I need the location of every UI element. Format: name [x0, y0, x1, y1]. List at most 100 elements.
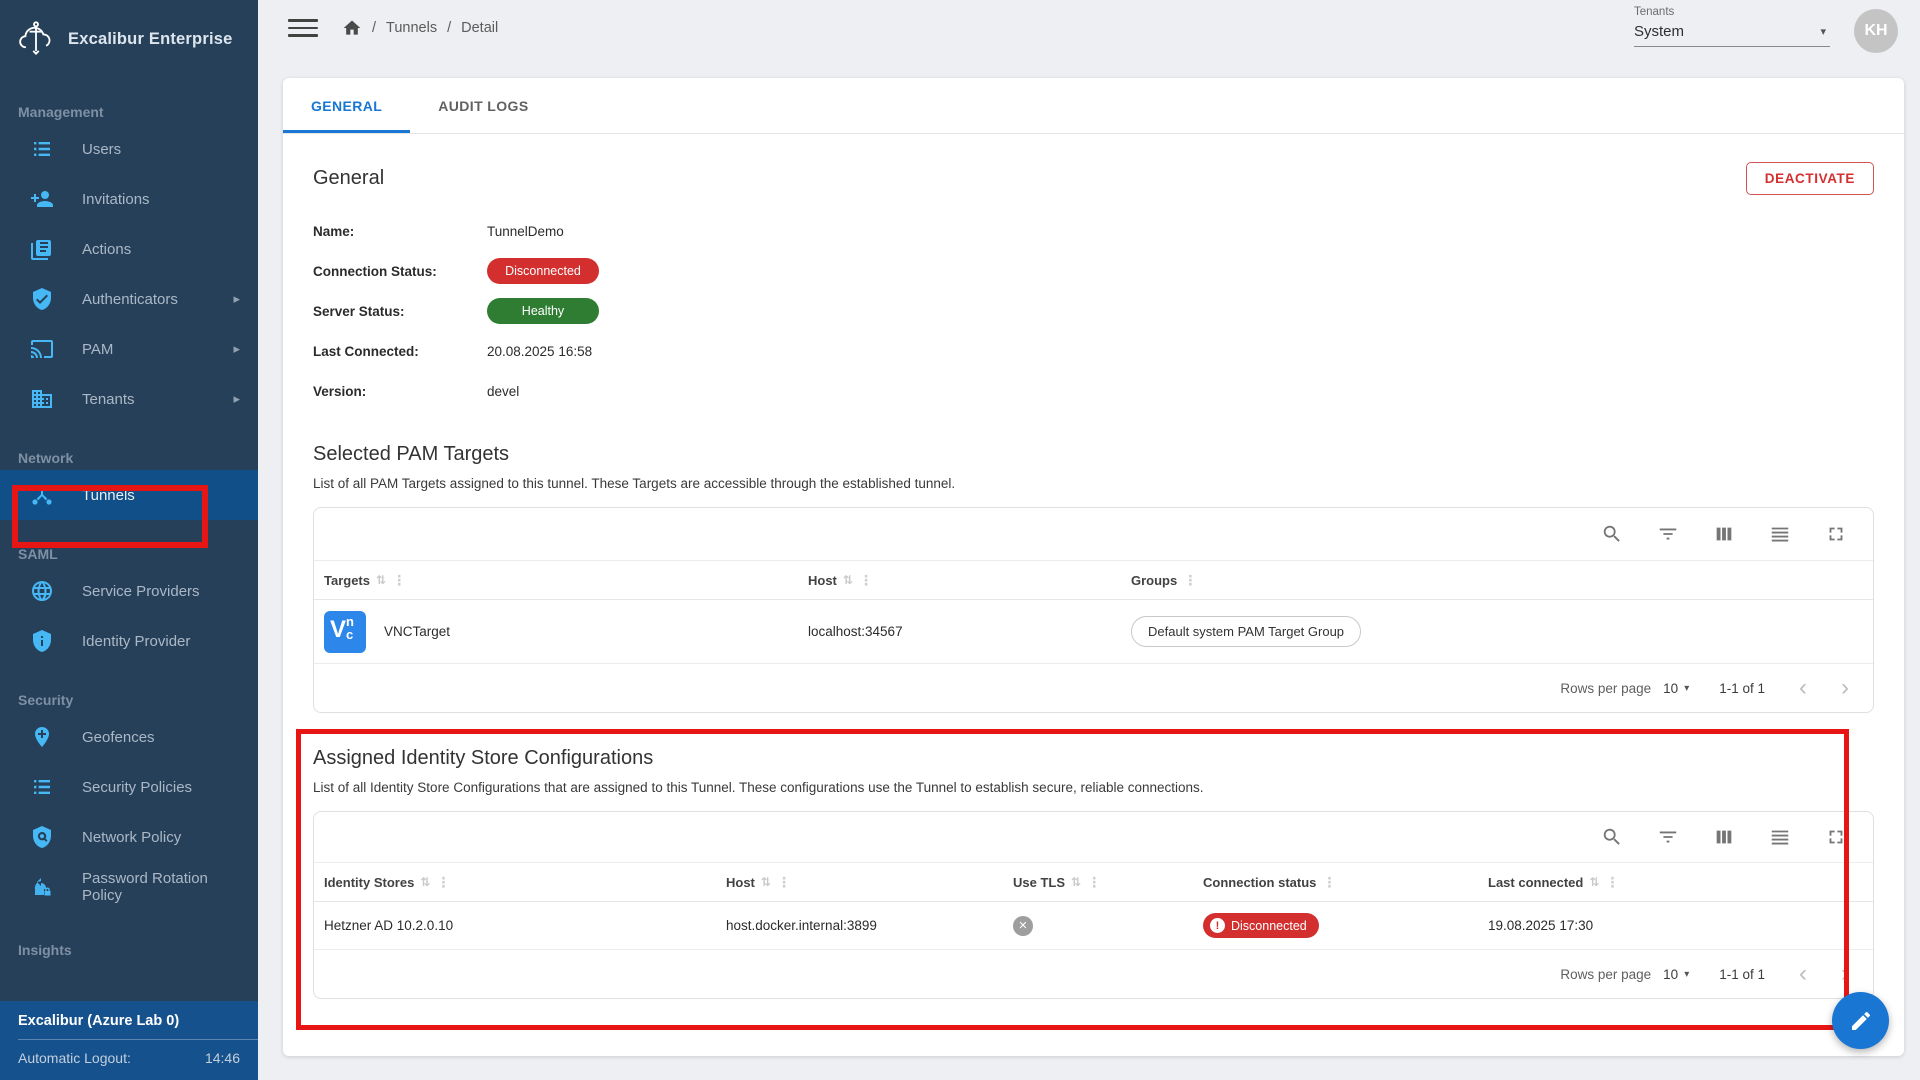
chevron-right-icon: ▸ [233, 341, 240, 357]
brand-name: Excalibur Enterprise [68, 30, 232, 49]
next-page-icon[interactable]: › [1841, 676, 1849, 700]
globe-icon [30, 579, 54, 603]
group-chip: Default system PAM Target Group [1131, 616, 1361, 647]
person-add-icon [30, 187, 54, 211]
connection-status-badge: Disconnected [487, 258, 599, 284]
excalibur-logo-icon [14, 17, 58, 61]
breadcrumb-separator: / [447, 20, 451, 36]
sidebar-section-security: Security [18, 692, 258, 708]
column-header-use-tls[interactable]: Use TLS [1013, 875, 1065, 890]
sidebar-item-tenants[interactable]: Tenants ▸ [0, 374, 258, 424]
deactivate-button[interactable]: DEACTIVATE [1746, 162, 1874, 195]
home-icon[interactable] [342, 18, 362, 38]
column-header-host[interactable]: Host [726, 875, 755, 890]
sort-icon[interactable]: ⇅ [843, 573, 853, 587]
column-header-targets[interactable]: Targets [324, 573, 370, 588]
sort-icon[interactable]: ⇅ [761, 875, 771, 889]
sidebar-item-network-policy[interactable]: Network Policy [0, 812, 258, 862]
sidebar-section-network: Network [18, 450, 258, 466]
tenant-select[interactable]: Tenants System ▾ [1634, 6, 1830, 47]
sidebar-item-users[interactable]: Users [0, 124, 258, 174]
sidebar-item-actions[interactable]: Actions [0, 224, 258, 274]
sort-icon[interactable]: ⇅ [1071, 875, 1081, 889]
rows-per-page-label: Rows per page [1560, 967, 1651, 982]
field-value-last-connected: 20.08.2025 16:58 [487, 344, 592, 359]
tab-general[interactable]: GENERAL [283, 78, 410, 133]
column-menu-icon[interactable]: ⋮ [1605, 874, 1619, 891]
search-icon[interactable] [1601, 523, 1623, 545]
sort-icon[interactable]: ⇅ [376, 573, 386, 587]
column-header-last-connected[interactable]: Last connected [1488, 875, 1583, 890]
sidebar-item-security-policies[interactable]: Security Policies [0, 762, 258, 812]
field-label-name: Name: [313, 224, 487, 239]
last-connected-value: 19.08.2025 17:30 [1478, 918, 1873, 933]
building-icon [30, 387, 54, 411]
sidebar-item-label: Tenants [82, 391, 135, 408]
list-icon [30, 775, 54, 799]
topbar: / Tunnels / Detail Tenants System ▾ KH [258, 0, 1920, 56]
chevron-right-icon: ▸ [233, 291, 240, 307]
next-page-icon[interactable]: › [1841, 962, 1849, 986]
filter-icon[interactable] [1657, 826, 1679, 848]
breadcrumb-separator: / [372, 20, 376, 36]
column-menu-icon[interactable]: ⋮ [859, 572, 873, 589]
error-icon: ! [1210, 918, 1225, 933]
rows-per-page-select[interactable]: 10 ▾ [1663, 967, 1689, 982]
pagination-range: 1-1 of 1 [1719, 967, 1765, 982]
table-row[interactable]: Hetzner AD 10.2.0.10 host.docker.interna… [314, 902, 1873, 950]
sidebar-item-tunnels[interactable]: Tunnels [0, 470, 258, 520]
sidebar-item-identity-provider[interactable]: Identity Provider [0, 616, 258, 666]
tab-audit-logs[interactable]: AUDIT LOGS [410, 78, 556, 133]
sidebar-item-authenticators[interactable]: Authenticators ▸ [0, 274, 258, 324]
avatar[interactable]: KH [1854, 9, 1898, 53]
field-label-server-status: Server Status: [313, 304, 487, 319]
connection-status-badge: ! Disconnected [1203, 913, 1319, 938]
table-row[interactable]: Vnc VNCTarget localhost:34567 Default sy… [314, 600, 1873, 664]
column-header-host[interactable]: Host [808, 573, 837, 588]
column-menu-icon[interactable]: ⋮ [392, 572, 406, 589]
previous-page-icon[interactable]: ‹ [1799, 962, 1807, 986]
column-header-groups[interactable]: Groups [1131, 573, 1177, 588]
column-menu-icon[interactable]: ⋮ [1322, 874, 1336, 891]
sidebar-footer: Excalibur (Azure Lab 0) Automatic Logout… [0, 1001, 258, 1080]
sidebar-section-insights: Insights [18, 942, 258, 958]
fullscreen-icon[interactable] [1825, 826, 1847, 848]
column-menu-icon[interactable]: ⋮ [1183, 572, 1197, 589]
column-menu-icon[interactable]: ⋮ [436, 874, 450, 891]
filter-icon[interactable] [1657, 523, 1679, 545]
sort-icon[interactable]: ⇅ [420, 875, 430, 889]
column-header-identity-stores[interactable]: Identity Stores [324, 875, 414, 890]
column-menu-icon[interactable]: ⋮ [777, 874, 791, 891]
columns-icon[interactable] [1713, 523, 1735, 545]
identity-stores-table: Identity Stores ⇅ ⋮ Host ⇅ ⋮ Use TLS ⇅ ⋮… [313, 811, 1874, 999]
sidebar-item-label: Invitations [82, 191, 150, 208]
sidebar-item-label: PAM [82, 341, 113, 358]
table-header-row: Targets ⇅ ⋮ Host ⇅ ⋮ Groups ⋮ [314, 560, 1873, 600]
field-value-version: devel [487, 384, 519, 399]
search-icon[interactable] [1601, 826, 1623, 848]
sidebar-item-label: Password Rotation Policy [82, 870, 240, 904]
brand: Excalibur Enterprise [0, 0, 258, 78]
sidebar-item-geofences[interactable]: Geofences [0, 712, 258, 762]
column-header-connection-status[interactable]: Connection status [1203, 875, 1316, 890]
fullscreen-icon[interactable] [1825, 523, 1847, 545]
sidebar-item-invitations[interactable]: Invitations [0, 174, 258, 224]
field-label-last-connected: Last Connected: [313, 344, 487, 359]
density-icon[interactable] [1769, 523, 1791, 545]
auto-logout-timer: 14:46 [205, 1050, 240, 1066]
pam-targets-description: List of all PAM Targets assigned to this… [313, 476, 1874, 491]
column-menu-icon[interactable]: ⋮ [1087, 874, 1101, 891]
density-icon[interactable] [1769, 826, 1791, 848]
sidebar-item-pam[interactable]: PAM ▸ [0, 324, 258, 374]
sidebar-item-password-rotation-policy[interactable]: Password Rotation Policy [0, 862, 258, 912]
breadcrumb-tunnels[interactable]: Tunnels [386, 20, 437, 36]
field-label-version: Version: [313, 384, 487, 399]
target-host: localhost:34567 [798, 624, 1121, 639]
menu-icon[interactable] [288, 17, 318, 39]
sort-icon[interactable]: ⇅ [1589, 875, 1599, 889]
previous-page-icon[interactable]: ‹ [1799, 676, 1807, 700]
edit-fab-button[interactable] [1832, 992, 1889, 1049]
sidebar-item-service-providers[interactable]: Service Providers [0, 566, 258, 616]
columns-icon[interactable] [1713, 826, 1735, 848]
rows-per-page-select[interactable]: 10 ▾ [1663, 681, 1689, 696]
